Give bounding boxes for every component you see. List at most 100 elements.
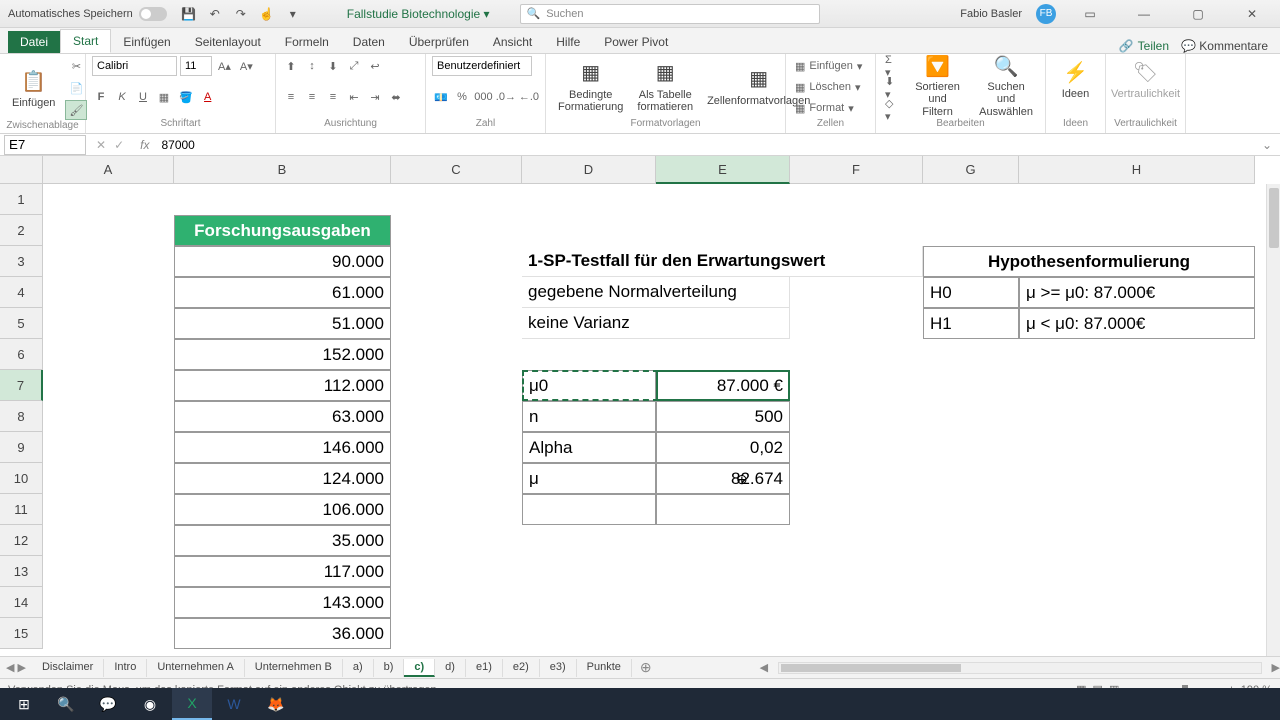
- row-header-10[interactable]: 10: [0, 463, 43, 494]
- sheet-tab-b[interactable]: b): [374, 659, 405, 677]
- row-header-9[interactable]: 9: [0, 432, 43, 463]
- scroll-thumb[interactable]: [1269, 188, 1279, 248]
- conditional-formatting-button[interactable]: ▦Bedingte Formatierung: [552, 56, 629, 116]
- taskbar-firefox-icon[interactable]: 🦊: [256, 688, 296, 720]
- align-middle-icon[interactable]: ↕: [303, 56, 321, 76]
- sheet-tab-UnternehmenB[interactable]: Unternehmen B: [245, 659, 343, 677]
- col-header-D[interactable]: D: [522, 156, 656, 184]
- cell-H4[interactable]: μ >= μ0: 87.000€: [1019, 277, 1255, 308]
- percent-icon[interactable]: %: [453, 87, 471, 107]
- cell-B15[interactable]: 36.000: [174, 618, 391, 649]
- row-header-8[interactable]: 8: [0, 401, 43, 432]
- row-header-12[interactable]: 12: [0, 525, 43, 556]
- col-header-E[interactable]: E: [656, 156, 790, 184]
- tab-view[interactable]: Ansicht: [481, 31, 544, 53]
- sheet-tab-e2[interactable]: e2): [503, 659, 540, 677]
- search-box[interactable]: 🔍 Suchen: [520, 4, 820, 24]
- share-button[interactable]: 🔗 Teilen: [1119, 39, 1169, 53]
- row-header-14[interactable]: 14: [0, 587, 43, 618]
- italic-button[interactable]: K: [113, 87, 131, 107]
- user-avatar[interactable]: FB: [1036, 4, 1056, 24]
- horizontal-scrollbar[interactable]: [778, 662, 1261, 674]
- align-right-icon[interactable]: ≡: [324, 87, 342, 107]
- comments-button[interactable]: 💬 Kommentare: [1181, 39, 1268, 53]
- tab-layout[interactable]: Seitenlayout: [183, 31, 273, 53]
- format-painter-icon[interactable]: 🖌: [65, 100, 87, 120]
- name-box[interactable]: [4, 135, 86, 155]
- cell-B6[interactable]: 152.000: [174, 339, 391, 370]
- cell-E9[interactable]: 0,02: [656, 432, 790, 463]
- col-header-G[interactable]: G: [923, 156, 1019, 184]
- font-size-input[interactable]: [180, 56, 212, 76]
- close-button[interactable]: ✕: [1232, 0, 1272, 28]
- tab-powerpivot[interactable]: Power Pivot: [592, 31, 680, 53]
- fill-color-icon[interactable]: 🪣: [176, 87, 196, 107]
- cell-B4[interactable]: 61.000: [174, 277, 391, 308]
- cell-B10[interactable]: 124.000: [174, 463, 391, 494]
- start-button[interactable]: ⊞: [4, 688, 44, 720]
- wrap-text-icon[interactable]: ↩: [366, 56, 384, 76]
- cell-D9[interactable]: Alpha: [522, 432, 656, 463]
- row-header-2[interactable]: 2: [0, 215, 43, 246]
- cell-D10[interactable]: μ: [522, 463, 656, 494]
- decrease-indent-icon[interactable]: ⇤: [345, 87, 363, 107]
- autosave-toggle[interactable]: Automatisches Speichern: [0, 7, 175, 21]
- increase-decimal-icon[interactable]: .0→: [496, 87, 516, 107]
- customize-qat-icon[interactable]: ▾: [285, 6, 301, 22]
- row-header-4[interactable]: 4: [0, 277, 43, 308]
- row-header-1[interactable]: 1: [0, 184, 43, 215]
- cell-D4[interactable]: gegebene Normalverteilung: [522, 277, 790, 308]
- sheet-tab-d[interactable]: d): [435, 659, 466, 677]
- align-top-icon[interactable]: ⬆: [282, 56, 300, 76]
- cut-icon[interactable]: ✂: [65, 56, 87, 76]
- cell-G5[interactable]: H1: [923, 308, 1019, 339]
- tab-home[interactable]: Start: [60, 29, 111, 53]
- ideas-button[interactable]: ⚡Ideen: [1052, 56, 1099, 102]
- font-color-icon[interactable]: A: [199, 87, 217, 107]
- vertical-scrollbar[interactable]: [1266, 184, 1280, 656]
- sheet-tab-UnternehmenA[interactable]: Unternehmen A: [147, 659, 244, 677]
- cell-H5[interactable]: μ < μ0: 87.000€: [1019, 308, 1255, 339]
- cell-G3[interactable]: Hypothesenformulierung: [923, 246, 1255, 277]
- cell-B11[interactable]: 106.000: [174, 494, 391, 525]
- comma-icon[interactable]: 000: [474, 87, 493, 107]
- hscroll-left-icon[interactable]: ◀: [760, 661, 768, 674]
- save-icon[interactable]: 💾: [181, 6, 197, 22]
- fx-icon[interactable]: fx: [134, 138, 155, 152]
- paste-button[interactable]: 📋 Einfügen: [6, 56, 61, 120]
- select-all-corner[interactable]: [0, 156, 43, 184]
- row-header-3[interactable]: 3: [0, 246, 43, 277]
- sheet-tab-Intro[interactable]: Intro: [104, 659, 147, 677]
- hscroll-thumb[interactable]: [781, 664, 961, 672]
- increase-font-icon[interactable]: A▴: [215, 56, 234, 76]
- cell-B14[interactable]: 143.000: [174, 587, 391, 618]
- cell-E10[interactable]: 82.674: [656, 463, 790, 494]
- row-header-7[interactable]: 7: [0, 370, 43, 401]
- tab-file[interactable]: Datei: [8, 31, 60, 53]
- align-bottom-icon[interactable]: ⬇: [324, 56, 342, 76]
- cell-B13[interactable]: 117.000: [174, 556, 391, 587]
- format-cells-button[interactable]: ▦ Format ▾: [792, 98, 869, 118]
- undo-icon[interactable]: ↶: [207, 6, 223, 22]
- tab-formulas[interactable]: Formeln: [273, 31, 341, 53]
- maximize-button[interactable]: ▢: [1178, 0, 1218, 28]
- row-header-11[interactable]: 11: [0, 494, 43, 525]
- find-select-button[interactable]: 🔍Suchen und Auswählen: [973, 56, 1039, 116]
- insert-cells-button[interactable]: ▦ Einfügen ▾: [792, 56, 869, 76]
- cell-D7[interactable]: μ0: [522, 370, 656, 401]
- align-left-icon[interactable]: ≡: [282, 87, 300, 107]
- decrease-font-icon[interactable]: A▾: [237, 56, 256, 76]
- taskbar-search-icon[interactable]: 🔍: [46, 688, 86, 720]
- clear-icon[interactable]: ◇ ▾: [882, 100, 902, 120]
- cell-B12[interactable]: 35.000: [174, 525, 391, 556]
- currency-icon[interactable]: 💶: [432, 87, 450, 107]
- cell-D3[interactable]: 1-SP-Testfall für den Erwartungswert: [522, 246, 923, 277]
- row-header-6[interactable]: 6: [0, 339, 43, 370]
- autosum-icon[interactable]: Σ ▾: [882, 56, 902, 76]
- sort-filter-button[interactable]: 🔽Sortieren und Filtern: [904, 56, 971, 116]
- orientation-icon[interactable]: ⤢: [345, 56, 363, 76]
- align-center-icon[interactable]: ≡: [303, 87, 321, 107]
- format-as-table-button[interactable]: ▦Als Tabelle formatieren: [631, 56, 699, 116]
- sheet-tab-a[interactable]: a): [343, 659, 374, 677]
- fill-icon[interactable]: ⬇ ▾: [882, 78, 902, 98]
